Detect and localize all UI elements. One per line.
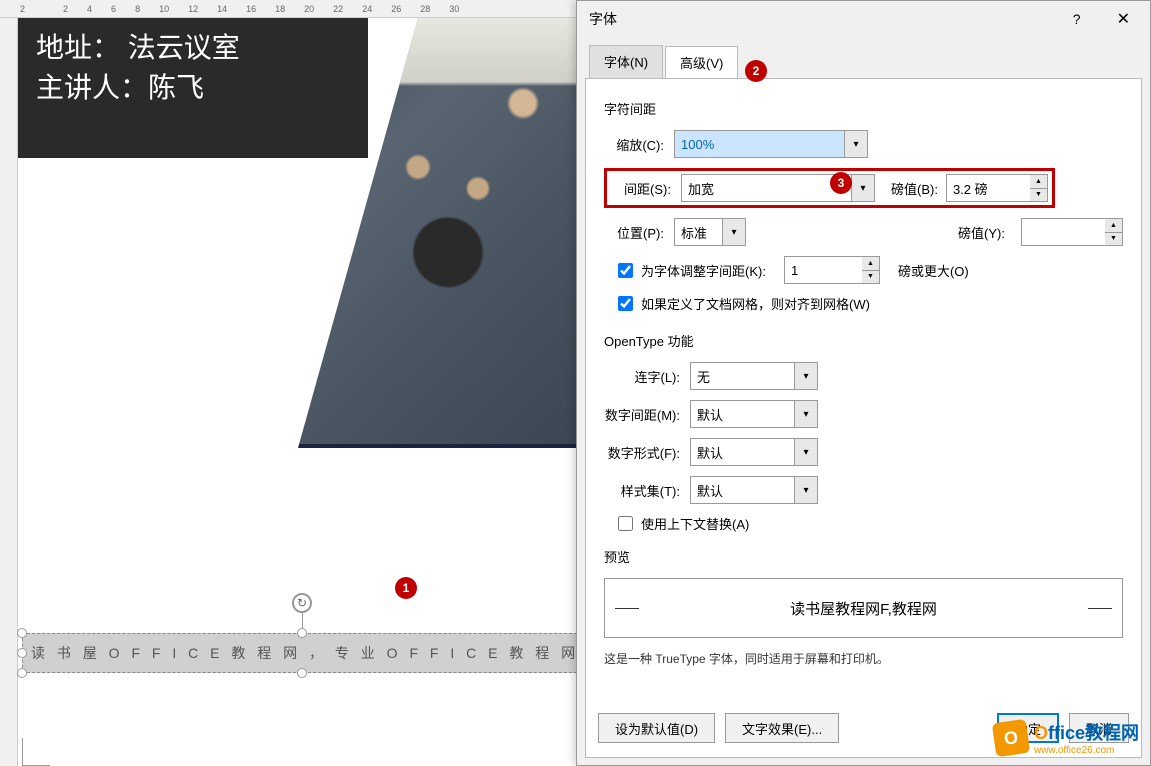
preview-note: 这是一种 TrueType 字体，同时适用于屏幕和打印机。 (604, 650, 1123, 667)
numspacing-label: 数字间距(M): (604, 405, 680, 424)
grid-label: 如果定义了文档网格，则对齐到网格(W) (641, 294, 870, 313)
tab-font[interactable]: 字体(N) (589, 45, 663, 78)
contextual-label: 使用上下文替换(A) (641, 514, 749, 533)
rotate-handle-icon[interactable]: ↻ (292, 593, 312, 613)
resize-handle[interactable] (17, 648, 27, 658)
numform-dropdown-icon[interactable]: ▾ (794, 438, 818, 466)
spacing-input[interactable] (681, 174, 851, 202)
numform-input[interactable] (690, 438, 794, 466)
default-button[interactable]: 设为默认值(D) (598, 713, 715, 743)
stylistic-input[interactable] (690, 476, 794, 504)
scale-dropdown-icon[interactable]: ▾ (844, 130, 868, 158)
textbox-content[interactable]: 读 书 屋 O F F I C E 教 程 网 ， 专 业 O F F I C … (22, 633, 582, 673)
watermark-icon: O (992, 718, 1030, 756)
resize-handle[interactable] (297, 628, 307, 638)
banner-line2: 主讲人：陈飞 (36, 68, 350, 108)
section-char-spacing: 字符间距 (604, 99, 1123, 118)
position-input[interactable] (674, 218, 722, 246)
position-pt-label: 磅值(Y): (945, 223, 1005, 242)
dialog-content: 字符间距 缩放(C): ▾ 间距(S): ▾ 磅值(B): ▲▼ 位置(P): (585, 78, 1142, 758)
close-icon[interactable]: ✕ (1109, 5, 1138, 33)
preview-box: 读书屋教程网F,教程网 (604, 578, 1123, 638)
scale-input[interactable] (674, 130, 844, 158)
banner: 地址： 法云议室 主讲人：陈飞 (18, 18, 368, 158)
kerning-checkbox[interactable] (618, 263, 633, 278)
resize-handle[interactable] (297, 668, 307, 678)
spacing-pt-label: 磅值(B): (891, 179, 938, 198)
position-dropdown-icon[interactable]: ▾ (722, 218, 746, 246)
help-icon[interactable]: ? (1065, 7, 1089, 31)
resize-handle[interactable] (17, 668, 27, 678)
spacing-label: 间距(S): (611, 179, 671, 198)
position-pt-input[interactable] (1021, 218, 1105, 246)
dialog-tabs: 字体(N) 高级(V) (577, 37, 1150, 78)
kerning-suffix: 磅或更大(O) (898, 261, 969, 280)
annotation-badge-2: 2 (745, 60, 767, 82)
scale-label: 缩放(C): (604, 135, 664, 154)
page-corner-mark (22, 738, 50, 766)
section-preview: 预览 (604, 547, 1123, 566)
numspacing-input[interactable] (690, 400, 794, 428)
resize-handle[interactable] (17, 628, 27, 638)
contextual-checkbox[interactable] (618, 516, 633, 531)
stylistic-dropdown-icon[interactable]: ▾ (794, 476, 818, 504)
annotation-badge-3: 3 (830, 172, 852, 194)
annotation-badge-1: 1 (395, 577, 417, 599)
numform-label: 数字形式(F): (604, 443, 680, 462)
grid-checkbox[interactable] (618, 296, 633, 311)
spacing-pt-input[interactable] (946, 174, 1030, 202)
position-label: 位置(P): (604, 223, 664, 242)
position-pt-spinner[interactable]: ▲▼ (1105, 218, 1123, 246)
watermark: O Office教程网 www.office26.com (994, 719, 1139, 756)
section-opentype: OpenType 功能 (604, 331, 1123, 350)
numspacing-dropdown-icon[interactable]: ▾ (794, 400, 818, 428)
ruler-vertical (0, 18, 18, 766)
ligatures-input[interactable] (690, 362, 794, 390)
spacing-dropdown-icon[interactable]: ▾ (851, 174, 875, 202)
dialog-titlebar: 字体 ? ✕ (577, 1, 1150, 37)
font-dialog: 字体 ? ✕ 字体(N) 高级(V) 字符间距 缩放(C): ▾ 间距(S): … (576, 0, 1151, 766)
text-effects-button[interactable]: 文字效果(E)... (725, 713, 839, 743)
spacing-pt-spinner[interactable]: ▲▼ (1030, 174, 1048, 202)
ligatures-label: 连字(L): (604, 367, 680, 386)
kerning-spinner[interactable]: ▲▼ (862, 256, 880, 284)
dialog-title: 字体 (589, 9, 617, 29)
stylistic-label: 样式集(T): (604, 481, 680, 500)
preview-text: 读书屋教程网F,教程网 (790, 598, 937, 619)
tab-advanced[interactable]: 高级(V) (665, 46, 738, 79)
kerning-label: 为字体调整字间距(K): (641, 261, 766, 280)
watermark-url: www.office26.com (1034, 745, 1139, 756)
textbox-selected[interactable]: ↻ 读 书 屋 O F F I C E 教 程 网 ， 专 业 O F F I … (22, 633, 582, 673)
ligatures-dropdown-icon[interactable]: ▾ (794, 362, 818, 390)
banner-line1: 地址： 法云议室 (36, 28, 350, 68)
kerning-input[interactable] (784, 256, 862, 284)
